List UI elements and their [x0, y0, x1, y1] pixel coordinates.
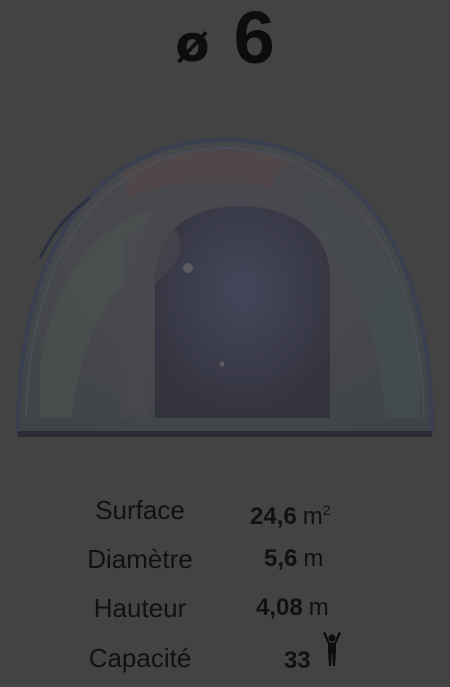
dome-interior: [155, 206, 330, 418]
dome-base: [18, 431, 432, 437]
capacity-number: 33: [284, 646, 311, 674]
capacity-label: Capacité: [88, 643, 192, 673]
dome-svg: [16, 137, 434, 437]
height-unit: m: [308, 594, 329, 621]
product-spec-card: ø 6 Surface 24,6 m2 Diamètre 5,6 m Haute…: [0, 0, 450, 683]
page-title: ø 6: [0, 0, 450, 84]
capacity-value: 33: [284, 632, 343, 687]
surface-label: Surface: [95, 495, 185, 525]
light-spot: [183, 263, 193, 273]
height-number: 4,08: [256, 594, 303, 621]
spec-row-surface: Surface 24,6 m2: [0, 488, 450, 532]
diameter-number: 5,6: [264, 545, 298, 572]
height-value: 4,08 m: [256, 586, 329, 630]
height-label: Hauteur: [93, 593, 187, 623]
surface-unit-exponent: 2: [322, 502, 331, 518]
person-arms-up-icon: [321, 632, 343, 683]
diameter-symbol: ø: [175, 15, 210, 73]
diameter-unit: m: [303, 545, 324, 572]
spec-row-height: Hauteur 4,08 m: [0, 586, 450, 630]
surface-number: 24,6: [250, 503, 297, 530]
diameter-value: 5,6 m: [264, 537, 323, 581]
spec-row-capacity: Capacité 33: [0, 632, 450, 680]
surface-unit: m: [302, 503, 323, 530]
dome-illustration: [0, 118, 450, 448]
surface-value: 24,6 m2: [250, 488, 331, 539]
size-value: 6: [233, 0, 275, 79]
diameter-label: Diamètre: [87, 544, 193, 574]
spec-row-diameter: Diamètre 5,6 m: [0, 537, 450, 581]
light-spot-small: [219, 361, 225, 367]
